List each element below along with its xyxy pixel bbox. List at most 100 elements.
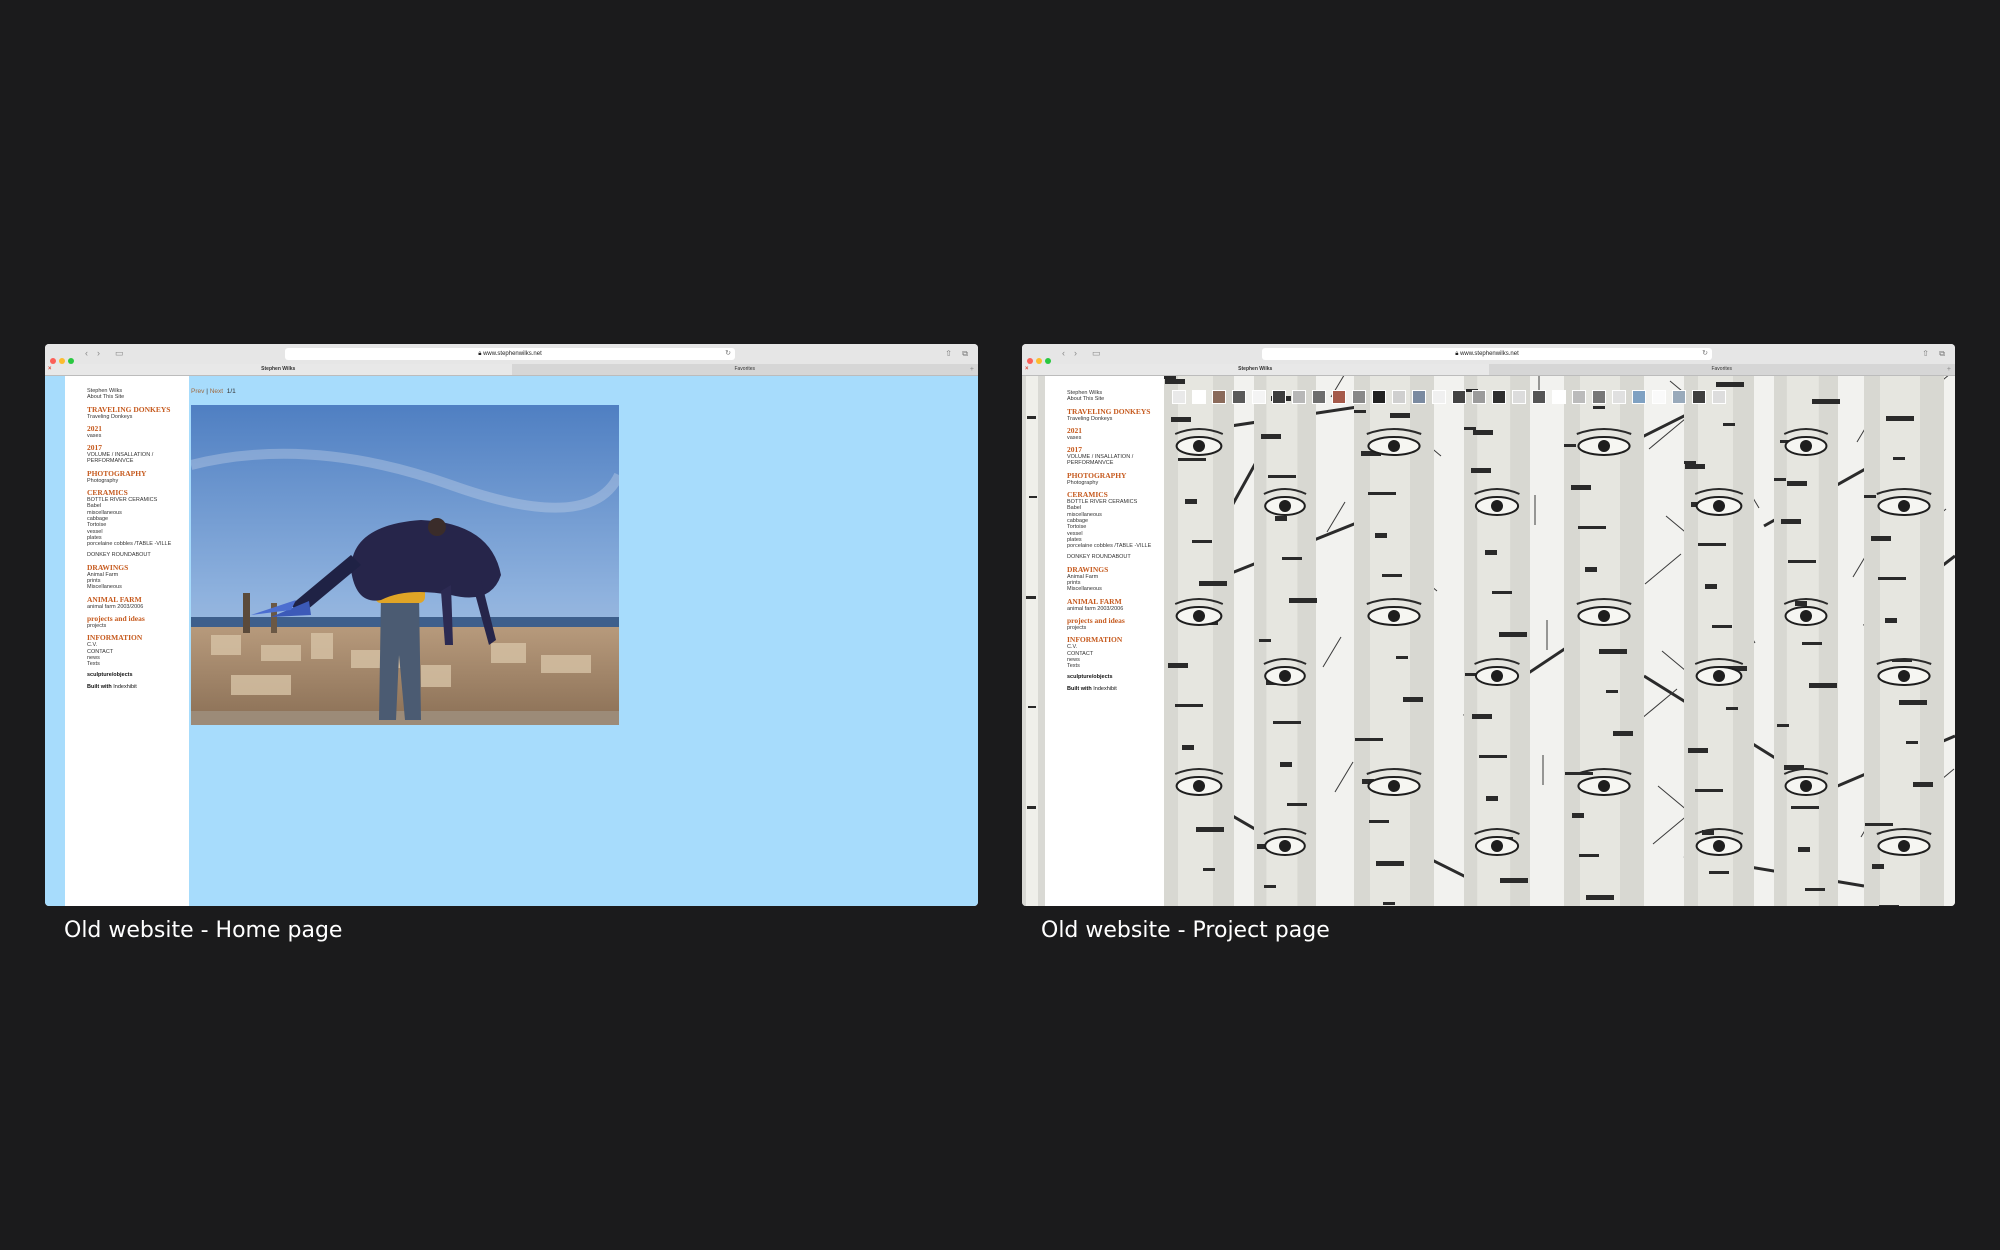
reload-icon[interactable]: ↻ <box>1702 348 1708 360</box>
menu-link[interactable]: Miscellaneous <box>1067 586 1167 592</box>
thumbnail[interactable] <box>1492 390 1506 404</box>
tab-stephen-wilks[interactable]: × Stephen Wilks <box>1022 364 1489 375</box>
menu-section-heading[interactable]: projects and ideas <box>1067 616 1167 625</box>
thumbnail[interactable] <box>1312 390 1326 404</box>
menu-link[interactable]: Traveling Donkeys <box>87 414 187 420</box>
menu-link[interactable]: vases <box>1067 435 1167 441</box>
menu-link[interactable]: projects <box>87 623 187 629</box>
back-arrow-icon[interactable]: ‹ <box>1062 349 1065 358</box>
menu-link[interactable]: Texts <box>1067 663 1167 669</box>
menu-section-heading[interactable]: PHOTOGRAPHY <box>1067 471 1167 480</box>
new-tab-icon[interactable]: ⧉ <box>962 349 968 358</box>
donkey-photo[interactable] <box>191 405 619 725</box>
new-tab-icon[interactable]: ⧉ <box>1939 349 1945 358</box>
indexhibit-link[interactable]: Indexhibit <box>113 684 137 690</box>
menu-section-heading[interactable]: PHOTOGRAPHY <box>87 469 187 478</box>
thumbnail[interactable] <box>1352 390 1366 404</box>
thumbnail[interactable] <box>1592 390 1606 404</box>
menu-link-sculpture[interactable]: sculpture/objects <box>87 672 187 678</box>
thumbnail[interactable] <box>1432 390 1446 404</box>
menu-section-heading[interactable]: CERAMICS <box>87 489 187 497</box>
thumbnail[interactable] <box>1452 390 1466 404</box>
thumbnail[interactable] <box>1552 390 1566 404</box>
menu-link[interactable]: Texts <box>87 661 187 667</box>
menu-link[interactable]: DONKEY ROUNDABOUT <box>87 552 187 558</box>
menu-section-heading[interactable]: CERAMICS <box>1067 491 1167 499</box>
forward-arrow-icon[interactable]: › <box>1074 349 1077 358</box>
menu-section-heading[interactable]: INFORMATION <box>87 634 187 642</box>
prev-link[interactable]: Prev <box>191 388 204 395</box>
menu-link[interactable]: animal farm 2003/2006 <box>1067 606 1167 612</box>
thumbnail[interactable] <box>1632 390 1646 404</box>
menu-section-heading[interactable]: DRAWINGS <box>1067 565 1167 574</box>
tab-stephen-wilks[interactable]: × Stephen Wilks <box>45 364 512 375</box>
menu-link[interactable]: porcelaine cobbles /TABLE -VILLE <box>87 541 187 547</box>
thumbnail[interactable] <box>1392 390 1406 404</box>
menu-section-heading[interactable]: 2021 <box>1067 426 1167 435</box>
menu-section-heading[interactable]: 2017 <box>1067 446 1167 454</box>
close-tab-icon[interactable]: × <box>1025 364 1029 375</box>
address-bar[interactable]: 🔒︎ www.stephenwilks.net ↻ <box>1262 348 1712 360</box>
menu-link[interactable]: About This Site <box>1067 396 1167 402</box>
add-tab-icon[interactable]: + <box>1947 364 1951 375</box>
built-with-label[interactable]: Built with Indexhibit <box>1067 686 1167 692</box>
thumbnail[interactable] <box>1412 390 1426 404</box>
thumbnail[interactable] <box>1172 390 1186 404</box>
sidebar-icon[interactable]: ▭ <box>115 349 124 358</box>
menu-section-heading[interactable]: ANIMAL FARM <box>1067 597 1167 606</box>
menu-link[interactable]: projects <box>1067 625 1167 631</box>
thumbnail[interactable] <box>1192 390 1206 404</box>
birch-artwork[interactable] <box>1164 376 1955 906</box>
menu-link[interactable]: porcelaine cobbles /TABLE -VILLE <box>1067 543 1167 549</box>
thumbnail[interactable] <box>1272 390 1286 404</box>
thumbnail[interactable] <box>1332 390 1346 404</box>
menu-section-heading[interactable]: 2021 <box>87 424 187 433</box>
menu-link[interactable]: PERFORMANVCE <box>87 458 187 464</box>
thumbnail[interactable] <box>1572 390 1586 404</box>
menu-link[interactable]: Miscellaneous <box>87 584 187 590</box>
tab-favorites[interactable]: Favorites + <box>512 364 979 375</box>
thumbnail[interactable] <box>1512 390 1526 404</box>
menu-link-sculpture[interactable]: sculpture/objects <box>1067 674 1167 680</box>
menu-link[interactable]: DONKEY ROUNDABOUT <box>1067 554 1167 560</box>
menu-section-heading[interactable]: ANIMAL FARM <box>87 595 187 604</box>
sidebar-icon[interactable]: ▭ <box>1092 349 1101 358</box>
share-icon[interactable]: ⇧ <box>945 349 952 358</box>
menu-link[interactable]: PERFORMANVCE <box>1067 460 1167 466</box>
menu-link[interactable]: Photography <box>87 478 187 484</box>
tab-favorites[interactable]: Favorites + <box>1489 364 1956 375</box>
indexhibit-link[interactable]: Indexhibit <box>1093 686 1117 692</box>
menu-section-heading[interactable]: INFORMATION <box>1067 636 1167 644</box>
thumbnail[interactable] <box>1532 390 1546 404</box>
thumbnail[interactable] <box>1372 390 1386 404</box>
menu-section-heading[interactable]: 2017 <box>87 444 187 452</box>
menu-section-heading[interactable]: TRAVELING DONKEYS <box>87 405 187 414</box>
forward-arrow-icon[interactable]: › <box>97 349 100 358</box>
menu-link[interactable]: Traveling Donkeys <box>1067 416 1167 422</box>
menu-link[interactable]: animal farm 2003/2006 <box>87 604 187 610</box>
next-link[interactable]: Next <box>210 388 223 395</box>
thumbnail[interactable] <box>1292 390 1306 404</box>
menu-link[interactable]: Photography <box>1067 480 1167 486</box>
thumbnail[interactable] <box>1692 390 1706 404</box>
built-with-label[interactable]: Built with Indexhibit <box>87 684 187 690</box>
thumbnail[interactable] <box>1612 390 1626 404</box>
thumbnail[interactable] <box>1212 390 1226 404</box>
thumbnail[interactable] <box>1232 390 1246 404</box>
share-icon[interactable]: ⇧ <box>1922 349 1929 358</box>
thumbnail[interactable] <box>1672 390 1686 404</box>
thumbnail[interactable] <box>1252 390 1266 404</box>
menu-link[interactable]: vases <box>87 433 187 439</box>
thumbnail[interactable] <box>1652 390 1666 404</box>
menu-section-heading[interactable]: DRAWINGS <box>87 563 187 572</box>
menu-section-heading[interactable]: projects and ideas <box>87 614 187 623</box>
add-tab-icon[interactable]: + <box>970 364 974 375</box>
back-arrow-icon[interactable]: ‹ <box>85 349 88 358</box>
address-bar[interactable]: 🔒︎ www.stephenwilks.net ↻ <box>285 348 735 360</box>
thumbnail[interactable] <box>1472 390 1486 404</box>
reload-icon[interactable]: ↻ <box>725 348 731 360</box>
menu-section-heading[interactable]: TRAVELING DONKEYS <box>1067 407 1167 416</box>
thumbnail[interactable] <box>1712 390 1726 404</box>
menu-link[interactable]: About This Site <box>87 394 187 400</box>
close-tab-icon[interactable]: × <box>48 364 52 375</box>
